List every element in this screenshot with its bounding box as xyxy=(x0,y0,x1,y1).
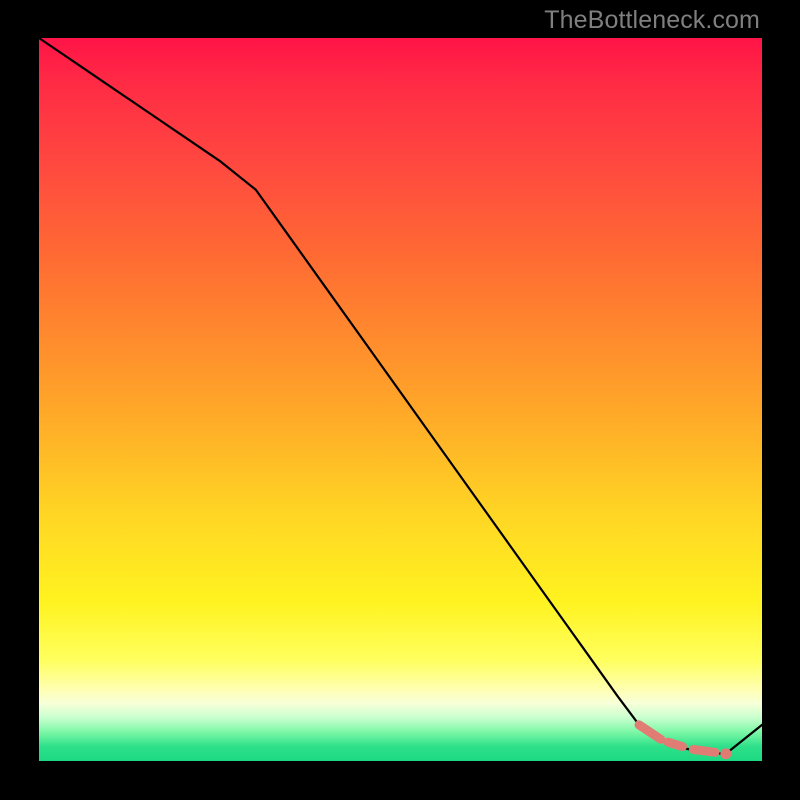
attribution-label: TheBottleneck.com xyxy=(544,6,760,35)
marker-dash xyxy=(639,724,661,738)
marker-layer xyxy=(639,724,731,758)
marker-dot xyxy=(720,748,731,759)
chart-frame: TheBottleneck.com xyxy=(0,0,800,800)
marker-dash xyxy=(668,742,682,746)
marker-dash xyxy=(693,749,715,752)
chart-svg xyxy=(39,38,762,761)
bottleneck-curve xyxy=(39,38,762,754)
